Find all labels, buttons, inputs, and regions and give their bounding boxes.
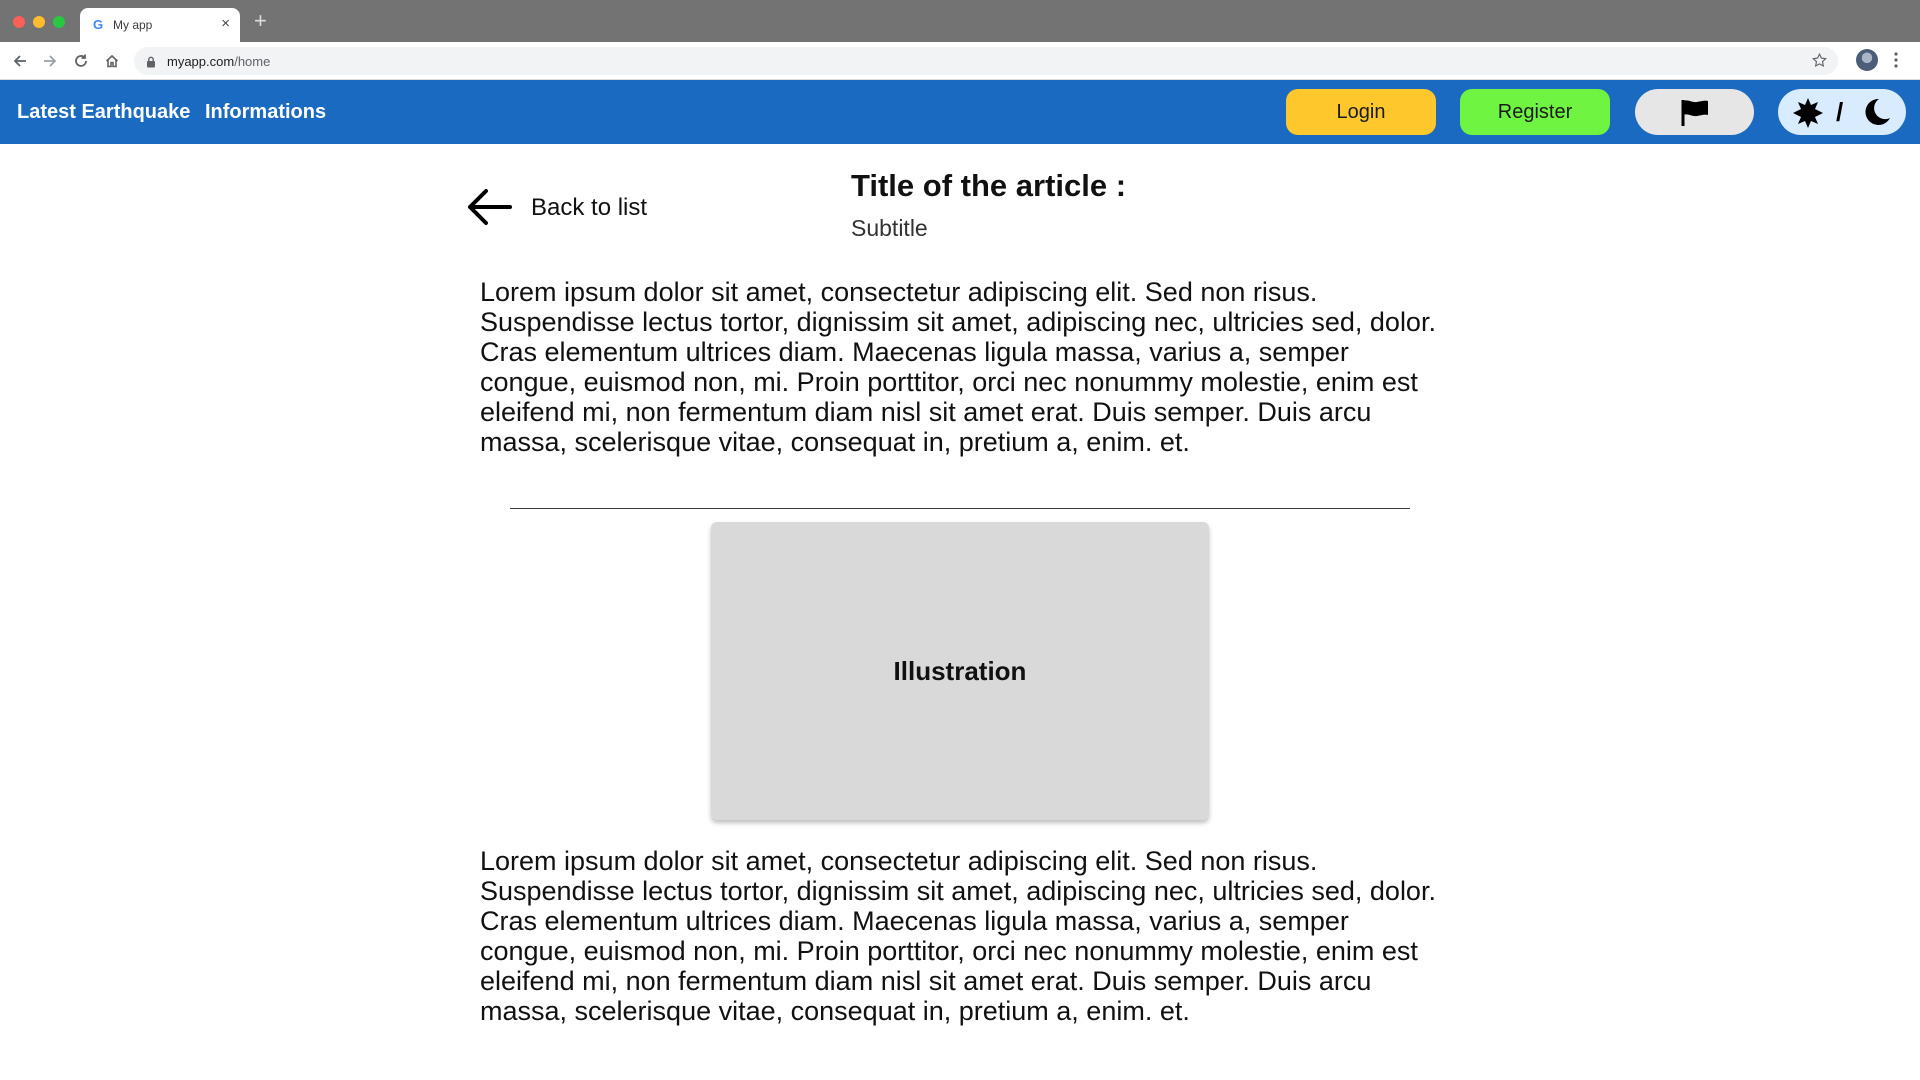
browser-tab[interactable]: G My app × [80, 8, 240, 42]
browser-toolbar: myapp.com/home [0, 42, 1920, 80]
language-button[interactable] [1635, 89, 1754, 135]
tab-title: My app [113, 18, 153, 32]
theme-separator: / [1836, 97, 1844, 127]
tab-close-icon[interactable]: × [221, 15, 230, 32]
sun-icon [1792, 97, 1824, 135]
back-to-list-label: Back to list [531, 194, 648, 221]
divider [510, 508, 1410, 509]
back-to-list-link[interactable]: Back to list [466, 184, 666, 230]
maximize-window-button[interactable] [53, 16, 65, 28]
url-path: /home [234, 54, 271, 69]
home-icon[interactable] [102, 51, 122, 71]
minimize-window-button[interactable] [33, 16, 45, 28]
close-window-button[interactable] [13, 16, 25, 28]
back-arrow-icon[interactable] [10, 51, 30, 71]
article-paragraph-2: Lorem ipsum dolor sit amet, consectetur … [480, 846, 1436, 1026]
theme-toggle-button[interactable]: / [1778, 89, 1906, 135]
login-button[interactable]: Login [1286, 89, 1436, 135]
register-button[interactable]: Register [1460, 89, 1610, 135]
url-text: myapp.com/home [167, 54, 270, 69]
illustration-label: Illustration [893, 655, 1027, 686]
nav-latest-earthquake[interactable]: Latest Earthquake [17, 101, 190, 124]
url-host: myapp.com [167, 54, 235, 69]
more-menu-icon[interactable] [1894, 51, 1898, 74]
article-subtitle: Subtitle [851, 215, 928, 241]
moon-icon [1862, 97, 1892, 133]
address-bar[interactable]: myapp.com/home [134, 47, 1838, 75]
google-favicon-icon: G [92, 17, 104, 32]
new-tab-button[interactable]: + [254, 10, 267, 32]
forward-arrow-icon[interactable] [40, 51, 60, 71]
illustration-placeholder: Illustration [711, 522, 1209, 820]
lock-icon [146, 55, 156, 73]
browser-tab-bar: G My app × + [0, 0, 1920, 42]
profile-avatar[interactable] [1856, 49, 1878, 71]
reload-icon[interactable] [71, 51, 91, 71]
nav-informations[interactable]: Informations [205, 101, 326, 124]
article-paragraph-1: Lorem ipsum dolor sit amet, consectetur … [480, 277, 1436, 457]
bookmark-star-icon[interactable] [1811, 52, 1828, 74]
back-arrow-icon [468, 189, 512, 225]
app-header: Latest Earthquake Informations Login Reg… [0, 80, 1920, 144]
flag-icon [1681, 100, 1708, 126]
article-title: Title of the article : [851, 168, 1127, 203]
